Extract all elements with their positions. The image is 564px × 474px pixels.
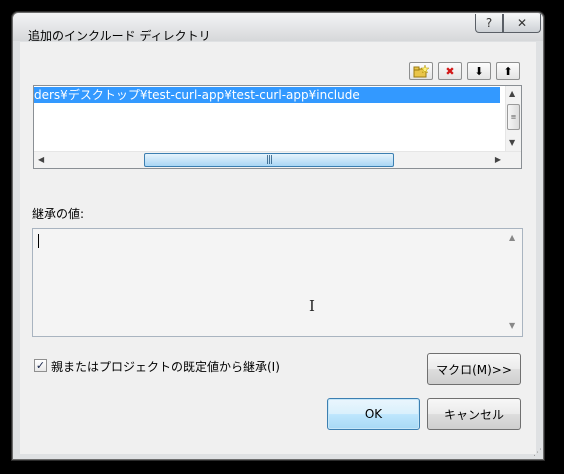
ok-button[interactable]: OK: [327, 398, 420, 430]
scroll-down-arrow-icon[interactable]: ▼: [509, 321, 515, 330]
move-up-button[interactable]: ⬆: [496, 62, 520, 80]
close-button[interactable]: ✕: [503, 14, 541, 33]
scroll-right-arrow-icon[interactable]: ▶: [495, 155, 501, 164]
horizontal-scroll-thumb[interactable]: |||: [144, 153, 394, 167]
inherited-values-label: 継承の値:: [32, 207, 85, 221]
macro-button[interactable]: マクロ(M)>>: [427, 353, 521, 385]
help-button[interactable]: ?: [475, 14, 503, 33]
text-caret: [38, 234, 39, 248]
delete-icon: ✖: [445, 64, 455, 78]
new-line-button[interactable]: [409, 62, 433, 80]
scroll-down-arrow-icon[interactable]: ▼: [509, 138, 515, 147]
new-folder-icon: [413, 64, 430, 78]
directory-list[interactable]: ders¥デスクトップ¥test-curl-app¥test-curl-app¥…: [33, 85, 522, 169]
scroll-up-arrow-icon[interactable]: ▲: [509, 233, 515, 242]
vertical-scroll-thumb[interactable]: ≡: [507, 104, 520, 130]
arrow-down-icon: ⬇: [474, 64, 484, 78]
inherit-checkbox[interactable]: ✓: [34, 359, 47, 372]
scroll-up-arrow-icon[interactable]: ▲: [509, 89, 515, 98]
move-down-button[interactable]: ⬇: [467, 62, 491, 80]
list-horizontal-scrollbar[interactable]: ◀ ||| ▶: [34, 151, 521, 168]
directory-list-item[interactable]: ders¥デスクトップ¥test-curl-app¥test-curl-app¥…: [34, 87, 500, 103]
list-vertical-scrollbar[interactable]: ▲ ≡ ▼: [505, 86, 521, 152]
inherited-values-box[interactable]: I ▲ ▼: [32, 228, 523, 337]
resize-grip-icon[interactable]: ⋰: [533, 448, 542, 458]
ibeam-cursor-icon: I: [309, 297, 315, 315]
cancel-button[interactable]: キャンセル: [427, 398, 521, 430]
scroll-left-arrow-icon[interactable]: ◀: [38, 155, 44, 164]
title-bar[interactable]: 追加のインクルード ディレクトリ ? ✕: [13, 13, 543, 43]
checkmark-icon: ✓: [35, 359, 46, 372]
inherit-checkbox-label[interactable]: 親またはプロジェクトの既定値から継承(I): [51, 358, 280, 375]
inherited-vertical-scrollbar[interactable]: ▲ ▼: [506, 229, 522, 336]
arrow-up-icon: ⬆: [503, 64, 513, 78]
delete-button[interactable]: ✖: [438, 62, 462, 80]
